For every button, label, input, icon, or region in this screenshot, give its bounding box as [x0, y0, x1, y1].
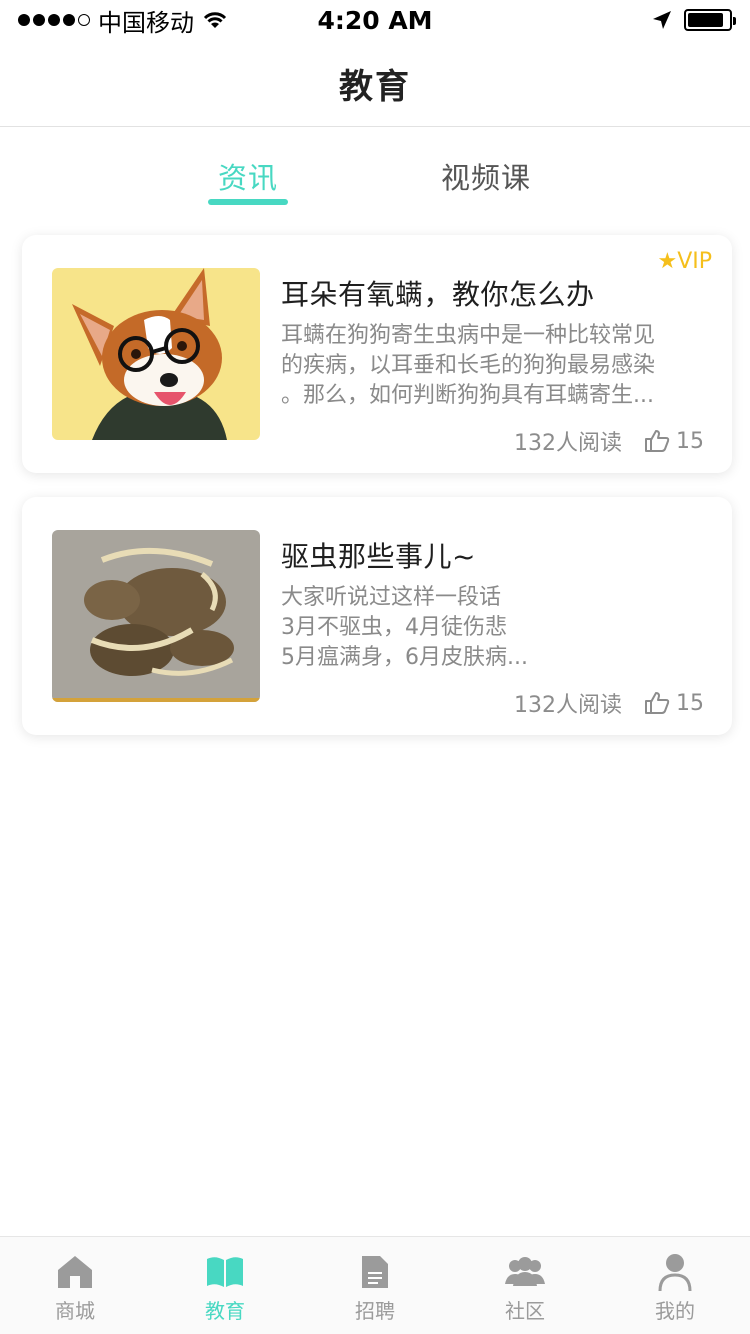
group-icon — [505, 1253, 545, 1291]
tab-bar-item-mall[interactable]: 商城 — [0, 1237, 150, 1334]
location-arrow-icon — [653, 11, 671, 29]
navigation-bar: 教育 — [0, 40, 750, 127]
article-card[interactable]: 驱虫那些事儿~ 大家听说过这样一段话 3月不驱虫，4月徒伤悲 5月瘟满身，6月皮… — [22, 497, 732, 735]
article-card[interactable]: ★VIP 耳朵有氧螨，教你怎么办 耳螨在狗狗寄生虫病中是一种比较常见 的疾病，以… — [22, 235, 732, 473]
thumbs-up-icon — [645, 430, 670, 452]
battery-icon — [684, 9, 736, 31]
bottom-tab-bar: 商城 教育 招聘 社区 我的 — [0, 1236, 750, 1334]
signal-strength-icon — [18, 14, 90, 26]
description-line: 5月瘟满身，6月皮肤病... — [281, 645, 528, 670]
tab-bar-label: 我的 — [655, 1298, 695, 1323]
status-bar: 中国移动 4:20 AM — [0, 0, 750, 40]
read-count: 132人阅读 — [514, 431, 622, 456]
like-button[interactable]: 15 — [644, 691, 704, 716]
tab-news[interactable]: 资讯 — [218, 155, 278, 197]
active-tab-indicator — [208, 199, 288, 205]
tab-bar-item-jobs[interactable]: 招聘 — [300, 1237, 450, 1334]
vip-badge: ★VIP — [657, 249, 712, 274]
article-title: 耳朵有氧螨，教你怎么办 — [281, 278, 595, 311]
tab-bar-item-education[interactable]: 教育 — [150, 1237, 300, 1334]
description-line: 。那么，如何判断狗狗具有耳螨寄生... — [281, 383, 654, 408]
article-thumbnail-worms — [52, 530, 260, 702]
tab-bar-label: 教育 — [205, 1298, 245, 1323]
like-count: 15 — [676, 428, 704, 454]
thumbs-up-icon — [645, 692, 670, 714]
tab-bar-label: 商城 — [55, 1298, 95, 1323]
description-line: 耳螨在狗狗寄生虫病中是一种比较常见 — [281, 323, 656, 348]
article-title: 驱虫那些事儿~ — [281, 540, 476, 573]
article-meta: 132人阅读 15 — [514, 687, 704, 719]
description-line: 3月不驱虫，4月徒伤悲 — [281, 615, 507, 640]
status-right — [652, 9, 736, 31]
tab-video-courses[interactable]: 视频课 — [441, 155, 531, 197]
article-description: 大家听说过这样一段话 3月不驱虫，4月徒伤悲 5月瘟满身，6月皮肤病... — [281, 583, 701, 673]
read-count: 132人阅读 — [514, 693, 622, 718]
home-icon — [55, 1253, 95, 1291]
like-button[interactable]: 15 — [644, 429, 704, 454]
page-title: 教育 — [339, 66, 411, 107]
tab-bar-item-community[interactable]: 社区 — [450, 1237, 600, 1334]
article-description: 耳螨在狗狗寄生虫病中是一种比较常见 的疾病，以耳垂和长毛的狗狗最易感染 。那么，… — [281, 321, 701, 411]
carrier-name: 中国移动 — [98, 8, 194, 37]
description-line: 的疾病，以耳垂和长毛的狗狗最易感染 — [281, 353, 656, 378]
article-meta: 132人阅读 15 — [514, 425, 704, 457]
book-icon — [205, 1253, 245, 1291]
like-count: 15 — [676, 690, 704, 716]
document-icon — [355, 1253, 395, 1291]
status-left: 中国移动 — [18, 3, 228, 38]
tab-bar-label: 招聘 — [355, 1298, 395, 1323]
person-icon — [655, 1253, 695, 1291]
wifi-icon — [203, 12, 227, 28]
description-line: 大家听说过这样一段话 — [281, 585, 502, 610]
tab-bar-label: 社区 — [505, 1298, 545, 1323]
article-thumbnail-corgi — [52, 268, 260, 440]
tab-bar-item-profile[interactable]: 我的 — [600, 1237, 750, 1334]
content-tabs: 资讯 视频课 — [0, 127, 750, 217]
